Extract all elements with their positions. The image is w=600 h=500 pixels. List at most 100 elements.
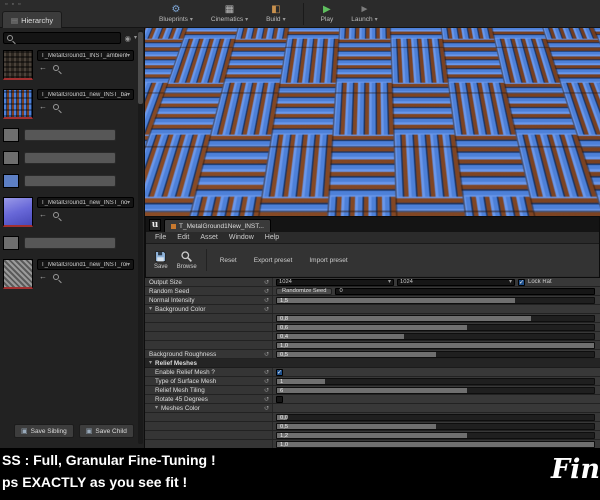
blueprints-button[interactable]: ⚙ Blueprints ▾	[150, 0, 202, 28]
reset-to-default-icon[interactable]: ↺	[264, 306, 269, 313]
chevron-down-icon: ▾	[189, 16, 193, 23]
tab-hierarchy[interactable]: ▤ Hierarchy	[2, 11, 63, 28]
texture-asset-combo[interactable]: T_MetalGround1_new_INST_normal ▾	[37, 197, 134, 208]
scalar-value-bar[interactable]	[24, 175, 116, 187]
panel-scrollbar[interactable]	[138, 30, 143, 444]
lock-ratio-checkbox[interactable]: ✓	[518, 278, 525, 286]
save-button[interactable]: Save	[154, 250, 168, 270]
enable-relief-mesh-checkbox[interactable]: ✓	[276, 368, 283, 376]
color-channel-slider[interactable]: 0,0	[276, 413, 595, 421]
output-size-x-value: 1024	[279, 279, 292, 285]
cinematics-label: Cinematics	[210, 16, 244, 23]
color-channel-slider[interactable]: 1,2	[276, 431, 595, 439]
browse-asset-icon[interactable]	[53, 212, 59, 218]
menu-file[interactable]: File	[155, 234, 166, 241]
reset-to-default-icon[interactable]: ↺	[264, 396, 269, 403]
viewport-3d[interactable]: ⚙ ▦ ◧ ◉ ✛ ▾	[145, 28, 600, 216]
window-icon[interactable]: ▫	[11, 1, 13, 8]
relief-mesh-tiling-slider[interactable]: 6	[276, 386, 595, 394]
reset-to-default-icon[interactable]: ↺	[264, 351, 269, 358]
rotation-snap-icon[interactable]: ◧	[556, 31, 564, 40]
window-icon[interactable]: ▫	[18, 1, 20, 8]
cinematics-button[interactable]: ▦ Cinematics ▾	[202, 0, 257, 28]
texture-thumbnail-normal[interactable]	[3, 197, 33, 227]
texture-asset-combo[interactable]: T_MetalGround1_INST_ambientOcclus ▾	[37, 50, 134, 61]
grid-snap-icon[interactable]: ▦	[543, 31, 551, 40]
save-sibling-button[interactable]: ▣ Save Sibling	[14, 424, 74, 438]
banner-line1: SS : Full, Granular Fine-Tuning !	[2, 452, 216, 468]
row-meshes-color-a: 1,0	[145, 440, 600, 448]
color-channel-slider[interactable]: 0,6	[276, 323, 595, 331]
reset-button[interactable]: Reset	[216, 255, 241, 266]
color-channel-slider[interactable]: 0,8	[276, 314, 595, 322]
save-child-button[interactable]: ▣ Save Child	[78, 424, 134, 438]
play-button[interactable]: ▶ Play	[312, 0, 343, 28]
output-size-x-dropdown[interactable]: 1024 ▾	[276, 278, 394, 286]
texture-thumbnail-basecolor[interactable]	[3, 89, 33, 119]
output-size-y-dropdown[interactable]: 1024 ▾	[397, 278, 515, 286]
browse-button[interactable]: Browse	[177, 250, 197, 270]
export-preset-button[interactable]: Export preset	[250, 255, 297, 266]
reset-to-default-icon[interactable]: ↺	[264, 405, 269, 412]
window-icon[interactable]: ▫	[5, 1, 7, 8]
color-channel-slider[interactable]: 1,0	[276, 341, 595, 349]
background-roughness-slider[interactable]: 0,5	[276, 350, 595, 358]
use-selected-icon[interactable]: ←	[39, 103, 47, 111]
search-input[interactable]	[15, 33, 118, 43]
texture-thumbnail-ao[interactable]	[3, 50, 33, 80]
filter-dropdown-icon[interactable]: ▾	[134, 35, 137, 41]
randomize-seed-button[interactable]: Randomize Seed	[276, 287, 333, 295]
rotate-45-checkbox[interactable]	[276, 395, 283, 403]
use-selected-icon[interactable]: ←	[39, 273, 47, 281]
reset-to-default-icon[interactable]: ↺	[264, 378, 269, 385]
viewport-options-icon[interactable]: ▾	[592, 33, 595, 39]
color-channel-slider[interactable]: 0,4	[276, 332, 595, 340]
reset-to-default-icon[interactable]: ↺	[264, 369, 269, 376]
launch-button[interactable]: ► Launch ▾	[342, 0, 386, 28]
tab-material-instance[interactable]: T_MetalGround1New_INST...	[164, 219, 271, 232]
reset-to-default-icon[interactable]: ↺	[264, 297, 269, 304]
reset-to-default-icon[interactable]: ↺	[264, 387, 269, 394]
build-button[interactable]: ◧ Build ▾	[257, 0, 294, 28]
browse-asset-icon[interactable]	[53, 65, 59, 71]
scalar-value-bar[interactable]	[24, 129, 116, 141]
tab-hierarchy-label: Hierarchy	[21, 15, 54, 25]
use-selected-icon[interactable]: ←	[39, 64, 47, 72]
scalar-value-bar[interactable]	[24, 152, 116, 164]
chevron-down-icon: ▾	[245, 16, 249, 23]
use-selected-icon[interactable]: ←	[39, 211, 47, 219]
seed-value-input[interactable]: 0	[335, 287, 595, 295]
tab-material-instance-label: T_MetalGround1New_INST...	[179, 222, 264, 230]
color-channel-slider[interactable]: 0,5	[276, 422, 595, 430]
expander-icon[interactable]: ▾	[149, 306, 152, 312]
texture-asset-combo[interactable]: T_MetalGround1_new_INST_roughness ▾	[37, 259, 134, 270]
normal-intensity-slider[interactable]: 1,5	[276, 296, 595, 304]
section-relief-meshes[interactable]: ▾ Relief Meshes	[145, 359, 600, 368]
eye-icon[interactable]: ◉	[124, 34, 131, 43]
hierarchy-panel: ◉ ▾ T_MetalGround1_INST_ambientOcclus ▾ …	[0, 28, 145, 448]
reset-to-default-icon[interactable]: ↺	[264, 288, 269, 295]
menu-asset[interactable]: Asset	[200, 234, 218, 241]
scale-snap-icon[interactable]: ✛	[580, 31, 587, 40]
slider-fill	[277, 378, 325, 384]
surface-mesh-type-slider[interactable]: 1	[276, 377, 595, 385]
viewport-settings-icon[interactable]: ⚙	[531, 31, 538, 40]
scalar-value-bar[interactable]	[24, 237, 116, 249]
texture-thumbnail-roughness[interactable]	[3, 259, 33, 289]
toolbar-separator	[205, 249, 207, 271]
import-preset-button[interactable]: Import preset	[305, 255, 351, 266]
reset-to-default-icon[interactable]: ↺	[264, 279, 269, 286]
expander-icon[interactable]: ▾	[155, 405, 158, 411]
row-background-color-g: 0,6	[145, 323, 600, 332]
scrollbar-thumb[interactable]	[138, 32, 143, 104]
row-label: Rotate 45 Degrees	[155, 395, 208, 403]
menu-edit[interactable]: Edit	[177, 234, 189, 241]
texture-asset-combo[interactable]: T_MetalGround1_new_INST_basecolor ▾	[37, 89, 134, 100]
menu-help[interactable]: Help	[265, 234, 279, 241]
browse-asset-icon[interactable]	[53, 104, 59, 110]
menu-window[interactable]: Window	[229, 234, 254, 241]
browse-asset-icon[interactable]	[53, 274, 59, 280]
color-channel-slider[interactable]: 1,0	[276, 440, 595, 448]
search-box[interactable]	[3, 32, 122, 44]
camera-speed-icon[interactable]: ◉	[568, 31, 575, 40]
